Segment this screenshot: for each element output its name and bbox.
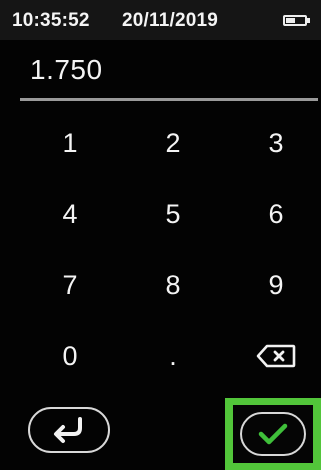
display-underline (20, 98, 318, 101)
battery-tip (307, 18, 310, 23)
battery-icon (283, 15, 307, 26)
backspace-key[interactable] (236, 331, 316, 381)
key-2[interactable]: 2 (133, 118, 213, 168)
key-1[interactable]: 1 (30, 118, 110, 168)
numeric-entry-screen: 10:35:52 20/11/2019 1.750 1 2 3 4 5 6 7 … (0, 0, 321, 470)
return-arrow-icon (54, 417, 82, 443)
key-decimal[interactable]: . (133, 331, 213, 381)
key-8[interactable]: 8 (133, 260, 213, 310)
status-date: 20/11/2019 (122, 10, 219, 31)
key-3[interactable]: 3 (236, 118, 316, 168)
key-9[interactable]: 9 (236, 260, 316, 310)
back-button[interactable] (28, 407, 110, 453)
value-display: 1.750 (30, 54, 103, 85)
confirm-button-outline (240, 412, 306, 456)
key-6[interactable]: 6 (236, 189, 316, 239)
status-time: 10:35:52 (12, 10, 90, 31)
status-bar: 10:35:52 20/11/2019 (0, 0, 321, 40)
key-5[interactable]: 5 (133, 189, 213, 239)
key-0[interactable]: 0 (30, 331, 110, 381)
backspace-icon (256, 344, 296, 368)
checkmark-icon (258, 423, 288, 445)
key-4[interactable]: 4 (30, 189, 110, 239)
key-7[interactable]: 7 (30, 260, 110, 310)
confirm-button[interactable] (233, 405, 313, 463)
